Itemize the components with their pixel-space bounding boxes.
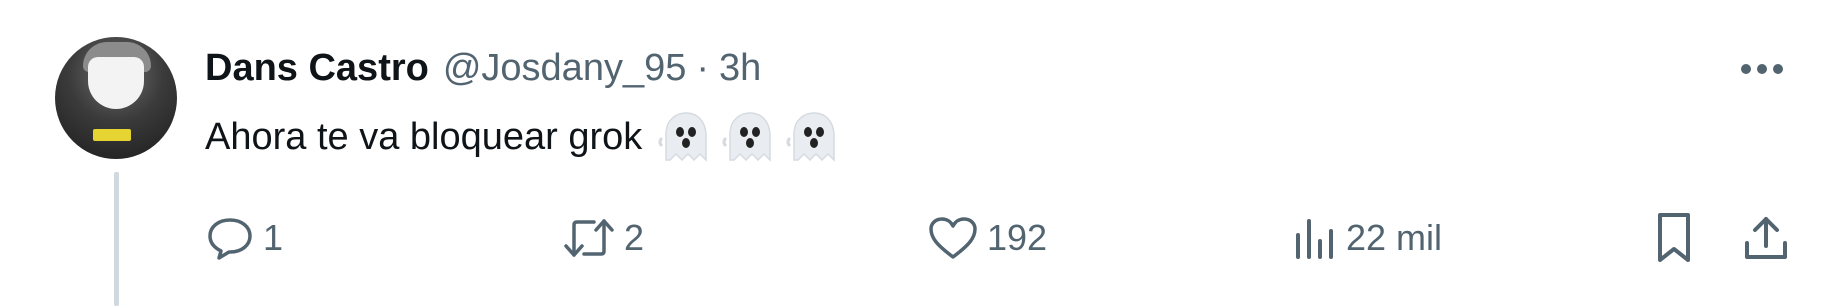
tweet-text-container: Ahora te va bloquear grok: [205, 110, 848, 164]
emoji-group: [656, 110, 848, 164]
views-count: 22 mil: [1346, 217, 1443, 258]
bookmark-icon: [1658, 213, 1690, 262]
ghost-icon: [658, 112, 708, 162]
retweet-button[interactable]: 2: [562, 208, 644, 268]
like-count: 192: [987, 217, 1048, 258]
tweet-card[interactable]: Dans Castro @Josdany_95 · 3h Ahora te va…: [0, 0, 1833, 306]
avatar[interactable]: [55, 37, 177, 159]
user-handle[interactable]: @Josdany_95: [443, 47, 687, 90]
views-bar-chart-icon: [1296, 219, 1333, 259]
avatar-face-mask: [88, 57, 144, 109]
retweet-icon: [564, 219, 614, 257]
avatar-shirt-logo: [93, 129, 131, 141]
views-button[interactable]: 22 mil: [1290, 208, 1442, 268]
tweet-header: Dans Castro @Josdany_95 · 3h: [205, 42, 761, 94]
reply-count: 1: [263, 217, 284, 258]
reply-button[interactable]: 1: [205, 208, 283, 268]
reply-icon: [208, 218, 252, 260]
heart-icon: [929, 217, 977, 259]
share-icon: [1745, 217, 1787, 259]
display-name[interactable]: Dans Castro: [205, 47, 429, 90]
ellipsis-icon: [1741, 64, 1783, 74]
separator-dot: ·: [696, 46, 710, 89]
retweet-count: 2: [624, 217, 645, 258]
tweet-text: Ahora te va bloquear grok: [205, 116, 643, 158]
ghost-icon: [786, 112, 836, 162]
bookmark-button[interactable]: [1652, 208, 1696, 268]
timestamp[interactable]: 3h: [719, 47, 761, 90]
ghost-icon: [722, 112, 772, 162]
share-button[interactable]: [1741, 208, 1791, 268]
like-button[interactable]: 192: [927, 208, 1047, 268]
action-bar: 1 2 192 22 mil: [0, 208, 1833, 268]
more-options-button[interactable]: [1732, 52, 1792, 86]
